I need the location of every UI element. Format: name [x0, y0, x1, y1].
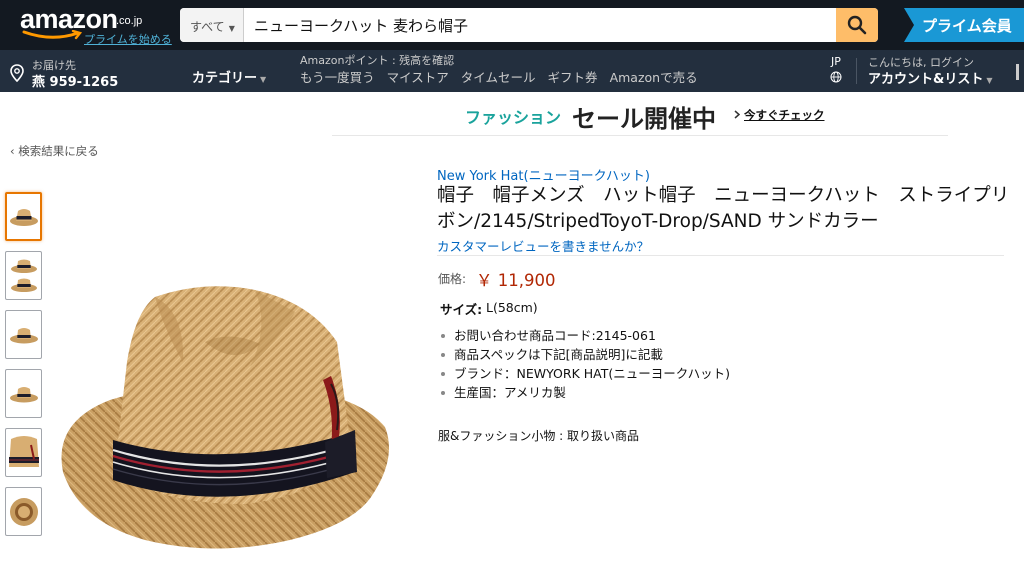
brand-link[interactable]: New York Hat(ニューヨークハット) [437, 165, 650, 184]
nav-link-buy-again[interactable]: もう一度買う [300, 67, 375, 86]
logo-suffix: .co.jp [116, 15, 143, 27]
search-category-label: すべて [190, 20, 225, 34]
promo-fashion-label: ファッション [465, 108, 562, 127]
promo-check-link[interactable]: 今すぐチェック [734, 107, 825, 123]
feature-bullet: 生産国：アメリカ製 [440, 383, 730, 402]
language-label: JP [831, 55, 841, 68]
category-menu[interactable]: カテゴリー ▼ [192, 67, 266, 86]
deliver-to-button[interactable]: お届け先 燕 959-1265 [10, 55, 120, 90]
write-review-link[interactable]: カスタマーレビューを書きませんか？ [437, 236, 649, 255]
amazon-logo[interactable]: amazon .co.jp プライムを始める [20, 4, 180, 46]
fashion-sale-banner[interactable]: ファッション セール開催中 今すぐチェック [332, 96, 948, 136]
size-label: サイズ: [440, 302, 483, 317]
thumbnail-3[interactable] [5, 310, 42, 359]
deliver-address: 燕 959-1265 [32, 75, 119, 90]
caret-down-icon: ▼ [228, 24, 235, 33]
search-category-dropdown[interactable]: すべて ▼ [180, 8, 244, 42]
top-navbar: amazon .co.jp プライムを始める すべて▼ プライム会員 [0, 0, 1024, 50]
category-label: カテゴリー [192, 71, 258, 86]
account-lists-menu[interactable]: こんにちは, ログイン アカウント&リスト ▼ [858, 50, 1024, 92]
nav-link-my-store[interactable]: マイストア [387, 67, 449, 86]
account-lists-text: アカウント&リスト [868, 72, 984, 87]
location-pin-icon [10, 64, 24, 82]
hat-thumbnail-image [10, 259, 37, 292]
promo-check-text: 今すぐチェック [744, 108, 825, 122]
search-bar: すべて ▼ [180, 8, 878, 42]
thumbnail-4[interactable] [5, 369, 42, 418]
hat-thumbnail-image [9, 208, 38, 226]
feature-bullet: ブランド：NEWYORK HAT(ニューヨークハット) [440, 364, 730, 383]
thumbnail-1[interactable] [5, 192, 42, 241]
nav-separator [856, 58, 857, 84]
hat-thumbnail-image [9, 327, 38, 343]
thumbnail-6[interactable] [5, 487, 42, 536]
price-label: 価格: [438, 272, 467, 286]
nav-links: もう一度買う マイストア タイムセール ギフト券 Amazonで売る [300, 67, 698, 86]
prime-banner-label: プライム会員 [922, 17, 1012, 35]
feature-bullet: 商品スペックは下記[商品説明]に記載 [440, 345, 730, 364]
size-value: L(58cm) [486, 300, 538, 315]
language-selector[interactable]: JP [826, 55, 846, 86]
points-balance-link[interactable]: Amazonポイント : 残高を確認 [300, 52, 454, 68]
logo-smile-icon [22, 30, 83, 40]
nav-link-sell[interactable]: Amazonで売る [610, 67, 698, 86]
hat-thumbnail-image [9, 497, 38, 526]
caret-down-icon: ▼ [986, 76, 993, 85]
account-label: アカウント&リスト ▼ [868, 68, 993, 87]
hat-thumbnail-image [9, 386, 38, 402]
promo-sale-label: セール開催中 [572, 105, 716, 133]
divider [437, 255, 1004, 256]
back-to-results-link[interactable]: ‹ 検索結果に戻る [10, 143, 99, 159]
nav-link-time-sale[interactable]: タイムセール [461, 67, 536, 86]
secondary-navbar: お届け先 燕 959-1265 カテゴリー ▼ Amazonポイント : 残高を確… [0, 50, 1024, 92]
search-button[interactable] [836, 8, 878, 42]
nav-overflow-icon [1016, 64, 1019, 80]
prime-member-banner[interactable]: プライム会員 [904, 8, 1024, 42]
hat-thumbnail-image [8, 435, 39, 467]
chevron-right-icon [734, 110, 740, 119]
feature-bullet: お問い合わせ商品コード:2145-061 [440, 326, 730, 345]
thumbnail-5[interactable] [5, 428, 42, 477]
search-icon [847, 15, 867, 35]
product-title: 帽子 帽子メンズ ハット帽子 ニューヨークハット ストライプリボン/2145/S… [437, 185, 1010, 232]
product-main-image[interactable] [55, 272, 390, 562]
thumbnail-2[interactable] [5, 251, 42, 300]
globe-icon [830, 71, 842, 83]
caret-down-icon: ▼ [260, 75, 267, 84]
feature-bullets: お問い合わせ商品コード:2145-061 商品スペックは下記[商品説明]に記載 … [440, 326, 730, 402]
category-info: 服&ファッション小物 : 取り扱い商品 [438, 429, 640, 443]
prime-start-link[interactable]: プライムを始める [84, 31, 172, 47]
nav-link-gift-card[interactable]: ギフト券 [548, 67, 598, 86]
search-input[interactable] [244, 8, 836, 42]
price-value: ￥ 11,900 [476, 271, 556, 290]
